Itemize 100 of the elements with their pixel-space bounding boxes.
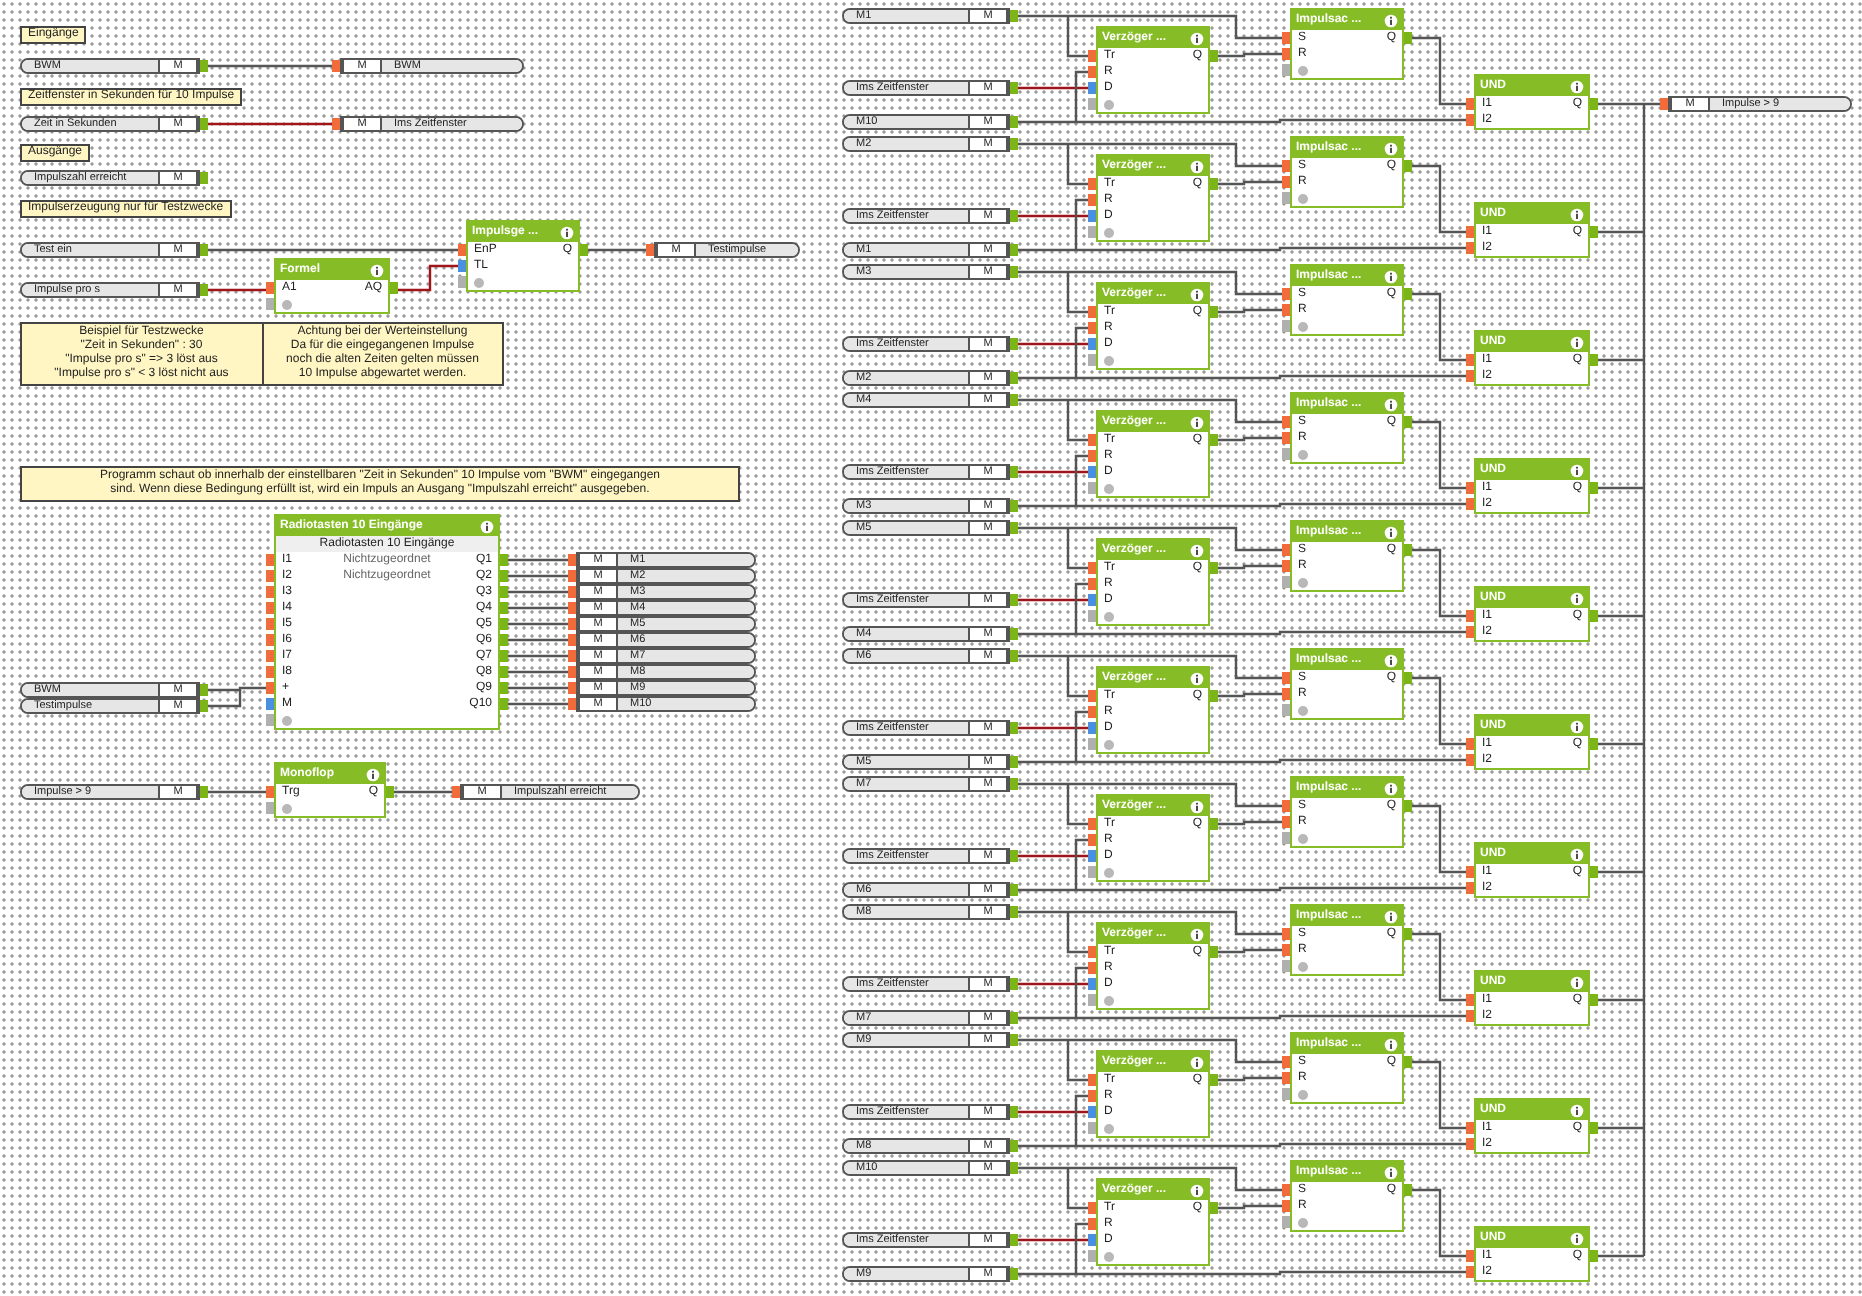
port-icon (1404, 1056, 1412, 1068)
port-icon (1210, 690, 1218, 702)
connector-line (1218, 692, 1282, 698)
info-icon[interactable] (480, 519, 494, 533)
info-icon[interactable] (1190, 159, 1204, 173)
port-icon (1590, 1250, 1598, 1262)
connector-line (1412, 1060, 1466, 1130)
port-icon (1590, 1122, 1598, 1134)
connector-line (508, 654, 568, 658)
connector-line (508, 638, 568, 642)
info-icon[interactable] (1570, 1103, 1584, 1117)
info-icon[interactable] (1570, 591, 1584, 605)
connector-line (1218, 948, 1282, 954)
info-icon[interactable] (1570, 1231, 1584, 1245)
port-icon (1210, 1074, 1218, 1086)
info-icon[interactable] (560, 225, 574, 239)
port-icon (1010, 466, 1018, 478)
connector-line (508, 606, 568, 610)
info-icon[interactable] (1190, 1055, 1204, 1069)
port-icon (1210, 306, 1218, 318)
port-icon (1404, 544, 1412, 556)
connector-line (508, 574, 568, 578)
connector-line (508, 558, 568, 562)
port-icon (1404, 32, 1412, 44)
connector-line (1218, 820, 1282, 826)
port-icon (1210, 562, 1218, 574)
connector-line (1412, 292, 1466, 362)
port-icon (200, 60, 208, 72)
port-icon (1210, 1202, 1218, 1214)
connector-line (508, 670, 568, 674)
info-icon[interactable] (366, 767, 380, 781)
info-icon[interactable] (1190, 1183, 1204, 1197)
port-icon (1404, 672, 1412, 684)
port-icon (1590, 98, 1598, 110)
port-icon (1210, 434, 1218, 446)
port-icon (386, 786, 394, 798)
port-icon (1010, 850, 1018, 862)
connector-line (588, 248, 646, 252)
connector-line (508, 702, 568, 706)
connector-line (508, 686, 568, 690)
port-icon (200, 172, 208, 184)
connector-line (208, 122, 332, 126)
port-icon (580, 244, 588, 256)
info-icon[interactable] (1570, 847, 1584, 861)
info-icon[interactable] (1384, 397, 1398, 411)
port-icon (332, 60, 340, 72)
port-icon (1404, 1184, 1412, 1196)
info-icon[interactable] (370, 263, 384, 277)
port-icon (1590, 354, 1598, 366)
info-icon[interactable] (1570, 719, 1584, 733)
port-icon (1660, 98, 1668, 110)
port-icon (200, 284, 208, 296)
connector-line (1218, 180, 1282, 186)
port-icon (1210, 818, 1218, 830)
connector-line (208, 64, 332, 68)
connector-line (508, 622, 568, 626)
info-icon[interactable] (1190, 927, 1204, 941)
info-icon[interactable] (1570, 79, 1584, 93)
info-icon[interactable] (1190, 287, 1204, 301)
connector-line (396, 264, 458, 292)
connector-line (1412, 804, 1466, 874)
port-icon (1210, 946, 1218, 958)
port-icon (1010, 1234, 1018, 1246)
info-icon[interactable] (1384, 909, 1398, 923)
port-icon (1590, 866, 1598, 878)
port-icon (390, 282, 398, 294)
port-icon (1010, 338, 1018, 350)
info-icon[interactable] (1190, 799, 1204, 813)
port-icon (1404, 416, 1412, 428)
info-icon[interactable] (1190, 543, 1204, 557)
info-icon[interactable] (1384, 653, 1398, 667)
connector-line (508, 590, 568, 594)
connector-line (1412, 420, 1466, 490)
port-icon (332, 118, 340, 130)
info-icon[interactable] (1384, 13, 1398, 27)
connector-line (1412, 164, 1466, 234)
port-icon (1010, 978, 1018, 990)
info-icon[interactable] (1190, 31, 1204, 45)
info-icon[interactable] (1570, 335, 1584, 349)
port-icon (1590, 226, 1598, 238)
info-icon[interactable] (1570, 975, 1584, 989)
info-icon[interactable] (1384, 269, 1398, 283)
port-icon (1404, 800, 1412, 812)
port-icon (452, 786, 460, 798)
info-icon[interactable] (1384, 1165, 1398, 1179)
info-icon[interactable] (1384, 781, 1398, 795)
info-icon[interactable] (1570, 207, 1584, 221)
port-icon (1210, 50, 1218, 62)
info-icon[interactable] (1570, 463, 1584, 477)
port-icon (200, 118, 208, 130)
connector-line (1412, 1188, 1466, 1258)
info-icon[interactable] (1384, 525, 1398, 539)
info-icon[interactable] (1384, 141, 1398, 155)
info-icon[interactable] (1384, 1037, 1398, 1051)
connector-line (394, 790, 452, 794)
port-icon (1010, 1268, 1018, 1280)
connector-line (1218, 564, 1282, 570)
info-icon[interactable] (1190, 671, 1204, 685)
port-icon (1010, 210, 1018, 222)
info-icon[interactable] (1190, 415, 1204, 429)
